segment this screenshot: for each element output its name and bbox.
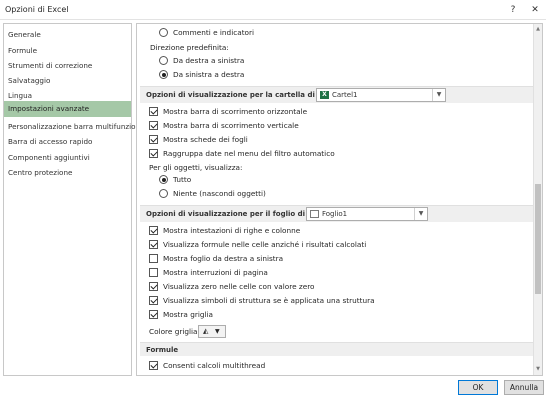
vertical-scrollbar[interactable]: ▲ ▼ <box>533 24 542 375</box>
checkbox[interactable] <box>149 268 158 277</box>
direzione-label: Direzione predefinita: <box>150 43 229 52</box>
checkbox[interactable] <box>149 226 158 235</box>
worksheet-select[interactable]: Foglio1 ▼ <box>306 207 428 221</box>
title-bar: Opzioni di Excel ? ✕ <box>0 0 546 20</box>
checkbox[interactable] <box>149 282 158 291</box>
radio-button[interactable] <box>159 70 168 79</box>
option-label: Tutto <box>173 175 192 184</box>
worksheet-icon <box>310 210 319 218</box>
sidebar-item-impostazioni-avanzate[interactable]: Impostazioni avanzate <box>4 101 131 117</box>
sidebar-item-centro-protezione[interactable]: Centro protezione <box>4 165 131 181</box>
radio-button[interactable] <box>159 175 168 184</box>
option-label: Mostra barra di scorrimento orizzontale <box>163 107 308 116</box>
chevron-down-icon[interactable]: ▼ <box>414 208 427 220</box>
option-label: Da sinistra a destra <box>173 70 245 79</box>
option-label: Consenti calcoli multithread <box>163 361 266 370</box>
checkbox[interactable] <box>149 240 158 249</box>
grid-color-picker[interactable]: ◭ ▼ <box>198 325 226 338</box>
option-label: Mostra griglia <box>163 310 214 319</box>
option-label: Mostra barra di scorrimento verticale <box>163 121 299 130</box>
radio-button[interactable] <box>159 56 168 65</box>
option-label: Mostra intestazioni di righe e colonne <box>163 226 301 235</box>
help-icon[interactable]: ? <box>505 3 521 17</box>
chevron-down-icon[interactable]: ▼ <box>432 89 445 101</box>
workbook-select-value: Cartel1 <box>332 91 358 99</box>
section-header-foglio: Opzioni di visualizzazione per il foglio… <box>140 205 533 222</box>
sidebar-item-strumenti-correzione[interactable]: Strumenti di correzione <box>4 58 131 74</box>
worksheet-select-value: Foglio1 <box>322 210 348 218</box>
option-label: Visualizza zero nelle celle con valore z… <box>163 282 315 291</box>
excel-workbook-icon: X <box>320 91 329 99</box>
chevron-down-icon[interactable]: ▼ <box>215 326 220 337</box>
option-label: Raggruppa date nel menu del filtro autom… <box>163 149 335 158</box>
scroll-up-icon[interactable]: ▲ <box>534 26 542 32</box>
option-label: Visualizza simboli di struttura se è app… <box>163 296 375 305</box>
options-panel: Commenti e indicatori Direzione predefin… <box>136 23 543 376</box>
oggetti-label: Per gli oggetti, visualizza: <box>149 163 243 172</box>
checkbox[interactable] <box>149 361 158 370</box>
window-title: Opzioni di Excel <box>5 5 69 14</box>
sidebar: Generale Formule Strumenti di correzione… <box>3 23 145 376</box>
scrollbar-thumb[interactable] <box>535 184 541 294</box>
section-header-formule: Formule <box>140 342 533 356</box>
radio-button[interactable] <box>159 28 168 37</box>
option-label: Da destra a sinistra <box>173 56 245 65</box>
option-label: Visualizza formule nelle celle anziché i… <box>163 240 367 249</box>
sidebar-item-barra-accesso-rapido[interactable]: Barra di accesso rapido <box>4 134 131 150</box>
scroll-down-icon[interactable]: ▼ <box>534 366 542 372</box>
colore-griglia-row: Colore griglia ◭ ▼ <box>149 324 226 339</box>
sidebar-item-personalizzazione-barra[interactable]: Personalizzazione barra multifunzione <box>4 119 145 135</box>
sidebar-item-generale[interactable]: Generale <box>4 27 131 43</box>
checkbox[interactable] <box>149 149 158 158</box>
dialog-footer: OK Annulla <box>0 378 546 400</box>
workbook-select[interactable]: X Cartel1 ▼ <box>316 88 446 102</box>
checkbox[interactable] <box>149 296 158 305</box>
checkbox[interactable] <box>149 254 158 263</box>
close-icon[interactable]: ✕ <box>527 3 543 17</box>
checkbox[interactable] <box>149 107 158 116</box>
sidebar-item-formule[interactable]: Formule <box>4 43 131 59</box>
radio-button[interactable] <box>159 189 168 198</box>
ok-button[interactable]: OK <box>458 380 498 395</box>
option-label: Mostra interruzioni di pagina <box>163 268 268 277</box>
option-label: Niente (nascondi oggetti) <box>173 189 266 198</box>
option-label: Commenti e indicatori <box>173 28 255 37</box>
option-label: Mostra schede dei fogli <box>163 135 248 144</box>
checkbox[interactable] <box>149 121 158 130</box>
cancel-button[interactable]: Annulla <box>504 380 544 395</box>
option-label: Mostra foglio da destra a sinistra <box>163 254 284 263</box>
paint-bucket-icon: ◭ <box>203 327 209 335</box>
colore-griglia-label: Colore griglia <box>149 327 198 336</box>
section-header-cartella: Opzioni di visualizzazione per la cartel… <box>140 86 533 103</box>
sidebar-item-salvataggio[interactable]: Salvataggio <box>4 73 131 89</box>
checkbox[interactable] <box>149 310 158 319</box>
sidebar-item-componenti-aggiuntivi[interactable]: Componenti aggiuntivi <box>4 150 131 166</box>
checkbox[interactable] <box>149 135 158 144</box>
